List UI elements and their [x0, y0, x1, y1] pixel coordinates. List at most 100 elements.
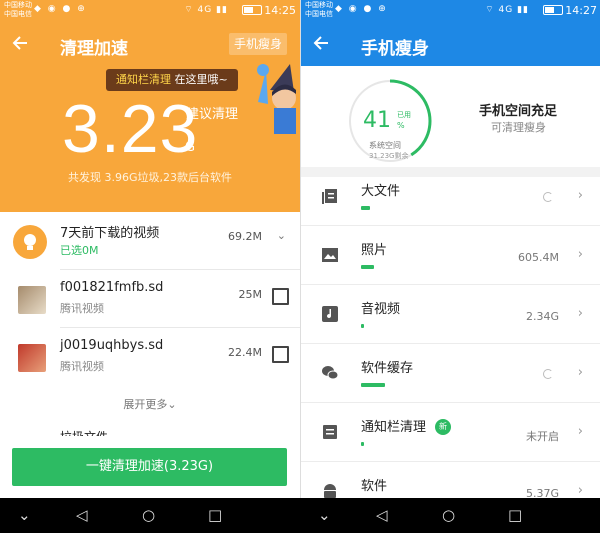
category-photos[interactable]: 照片 605.4M ›	[301, 227, 600, 285]
chevron-right-icon: ›	[577, 188, 583, 203]
list-item[interactable]: 7天前下载的视频 已选0M 69.2M ⌄	[0, 212, 300, 270]
found-summary: 共发现 3.96G垃圾,23款后台软件	[67, 171, 232, 184]
carrier-2: 中国电信	[305, 10, 333, 18]
junk-size-value: 3.23	[62, 91, 199, 167]
item-size: 22.4M	[228, 346, 262, 359]
storage-status-sub: 可清理瘦身	[491, 121, 546, 134]
list-item[interactable]: f001821fmfb.sd 腾讯视频 25M	[0, 270, 300, 328]
item-source: 腾讯视频	[60, 360, 104, 373]
item-name: 7天前下载的视频	[60, 226, 160, 241]
one-click-clean-button[interactable]: 一键清理加速(3.23G)	[12, 448, 287, 486]
back-arrow-icon[interactable]	[313, 32, 337, 56]
expand-more-label: 展开更多	[123, 398, 168, 411]
back-triangle-icon[interactable]: ◁	[76, 506, 88, 524]
carrier-1: 中国移动	[305, 1, 333, 9]
carrier-2: 中国电信	[4, 10, 32, 18]
gauge-remaining: 31.23G剩余	[369, 152, 409, 160]
notification-tip[interactable]: 通知栏清理 在这里哦~	[106, 69, 238, 91]
usage-bar	[361, 265, 374, 269]
item-selected: 已选0M	[60, 244, 99, 257]
wechat-icon	[322, 366, 339, 380]
category-media[interactable]: 音视频 2.34G ›	[301, 286, 600, 344]
item-checkbox[interactable]	[272, 288, 289, 305]
category-status: 未开启	[526, 430, 559, 443]
page-title: 清理加速	[60, 39, 128, 59]
item-name: f001821fmfb.sd	[60, 280, 164, 295]
signal-icons: ⌔ 4G ▮▮	[485, 5, 529, 15]
usage-bar	[361, 324, 364, 328]
bulb-icon	[13, 225, 47, 259]
category-large-files[interactable]: 大文件 ›	[301, 168, 600, 226]
category-name: 软件缓存	[361, 361, 414, 376]
music-icon	[322, 306, 338, 322]
slim-phone-screen: 中国移动 中国电信 ◆ ◉ ● ⊕ ⌔ 4G ▮▮ 14:27 手机瘦身 41 …	[300, 0, 600, 498]
recents-square-icon[interactable]: □	[208, 506, 222, 524]
chevron-down-icon[interactable]: ⌄	[277, 229, 286, 242]
battery-icon	[242, 5, 262, 15]
back-arrow-icon[interactable]	[12, 32, 36, 56]
system-nav-bar: ⌄ ◁ ○ □ ⌄ ◁ ○ □	[0, 498, 600, 533]
category-name: 软件	[361, 479, 388, 494]
status-bar: 中国移动 中国电信 ◆ ◉ ● ⊕ ⌔ 4G ▮▮ 14:27	[301, 0, 600, 22]
spinner-icon	[543, 369, 553, 379]
carrier-labels: 中国移动 中国电信	[305, 1, 333, 19]
notification-icons: ◆ ◉ ● ⊕	[34, 4, 87, 14]
cleanup-screen: 中国移动 中国电信 ◆ ◉ ● ⊕ ⌔ 4G ▮▮ 14:25 清理加速 手机瘦…	[0, 0, 300, 498]
expand-more-link[interactable]: 展开更多⌄	[0, 396, 300, 412]
status-bar: 中国移动 中国电信 ◆ ◉ ● ⊕ ⌔ 4G ▮▮ 14:25	[0, 0, 300, 22]
video-thumbnail	[18, 344, 46, 372]
category-size: 2.34G	[525, 310, 559, 323]
gauge-value: 41	[363, 108, 391, 133]
video-thumbnail	[18, 286, 46, 314]
back-triangle-icon[interactable]: ◁	[376, 506, 388, 524]
list-item[interactable]: j0019uqhbys.sd 腾讯视频 22.4M	[0, 328, 300, 386]
network-label: 4G	[197, 5, 213, 15]
battery-icon	[543, 5, 563, 15]
partial-list-item: 垃圾文件	[60, 428, 108, 436]
file-icon	[322, 189, 337, 204]
chevron-down-icon[interactable]: ⌄	[18, 506, 31, 524]
usage-bar	[361, 383, 385, 387]
usage-bar	[361, 442, 364, 446]
size-unit: G	[185, 140, 196, 155]
category-apps[interactable]: 软件 5.37G ›	[301, 463, 600, 498]
chevron-down-icon[interactable]: ⌄	[318, 506, 331, 524]
gauge-percent: %	[397, 121, 405, 130]
category-app-cache[interactable]: 软件缓存 ›	[301, 345, 600, 403]
home-circle-icon[interactable]: ○	[142, 506, 155, 524]
spinner-icon	[543, 192, 553, 202]
usage-bar	[361, 206, 370, 210]
category-notification-cleanup[interactable]: 通知栏清理 新 未开启 ›	[301, 404, 600, 462]
chevron-right-icon: ›	[577, 483, 583, 498]
item-checkbox[interactable]	[272, 346, 289, 363]
notification-icons: ◆ ◉ ● ⊕	[335, 4, 388, 14]
slim-phone-button[interactable]: 手机瘦身	[229, 33, 287, 55]
storage-status-title: 手机空间充足	[479, 104, 558, 119]
page-title: 手机瘦身	[361, 39, 429, 59]
clock: 14:27	[565, 4, 597, 17]
signal-icons: ⌔ 4G ▮▮	[184, 5, 228, 15]
recents-square-icon[interactable]: □	[508, 506, 522, 524]
network-label: 4G	[498, 5, 514, 15]
tip-text: 在这里哦~	[171, 73, 228, 86]
home-circle-icon[interactable]: ○	[442, 506, 455, 524]
chevron-right-icon: ›	[577, 247, 583, 262]
category-name: 音视频	[361, 302, 401, 317]
notification-icon	[323, 425, 337, 439]
item-size: 25M	[238, 288, 263, 301]
chevron-right-icon: ›	[577, 365, 583, 380]
chevron-right-icon: ›	[577, 424, 583, 439]
category-size: 605.4M	[518, 251, 559, 264]
item-source: 腾讯视频	[60, 302, 104, 315]
image-icon	[322, 248, 338, 262]
category-size: 5.37G	[525, 487, 559, 498]
mascot-icon	[257, 64, 296, 134]
chevron-right-icon: ›	[577, 306, 583, 321]
carrier-1: 中国移动	[4, 1, 32, 9]
category-name: 照片	[361, 243, 388, 258]
clock: 14:25	[264, 4, 296, 17]
item-size: 69.2M	[228, 230, 262, 243]
gauge-system-label: 系统空间	[369, 141, 401, 150]
category-name: 通知栏清理	[361, 420, 427, 435]
category-name: 大文件	[361, 184, 401, 199]
